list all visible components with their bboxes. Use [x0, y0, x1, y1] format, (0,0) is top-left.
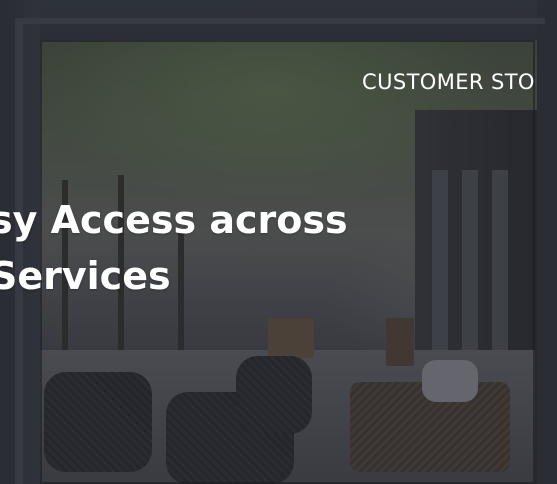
hero-headline-line2: Services	[0, 254, 171, 298]
hero-headline: sy Access across Services	[0, 192, 348, 304]
nav-customer-stories-link[interactable]: CUSTOMER STO	[362, 70, 535, 94]
hero-headline-line1: sy Access across	[0, 198, 348, 242]
